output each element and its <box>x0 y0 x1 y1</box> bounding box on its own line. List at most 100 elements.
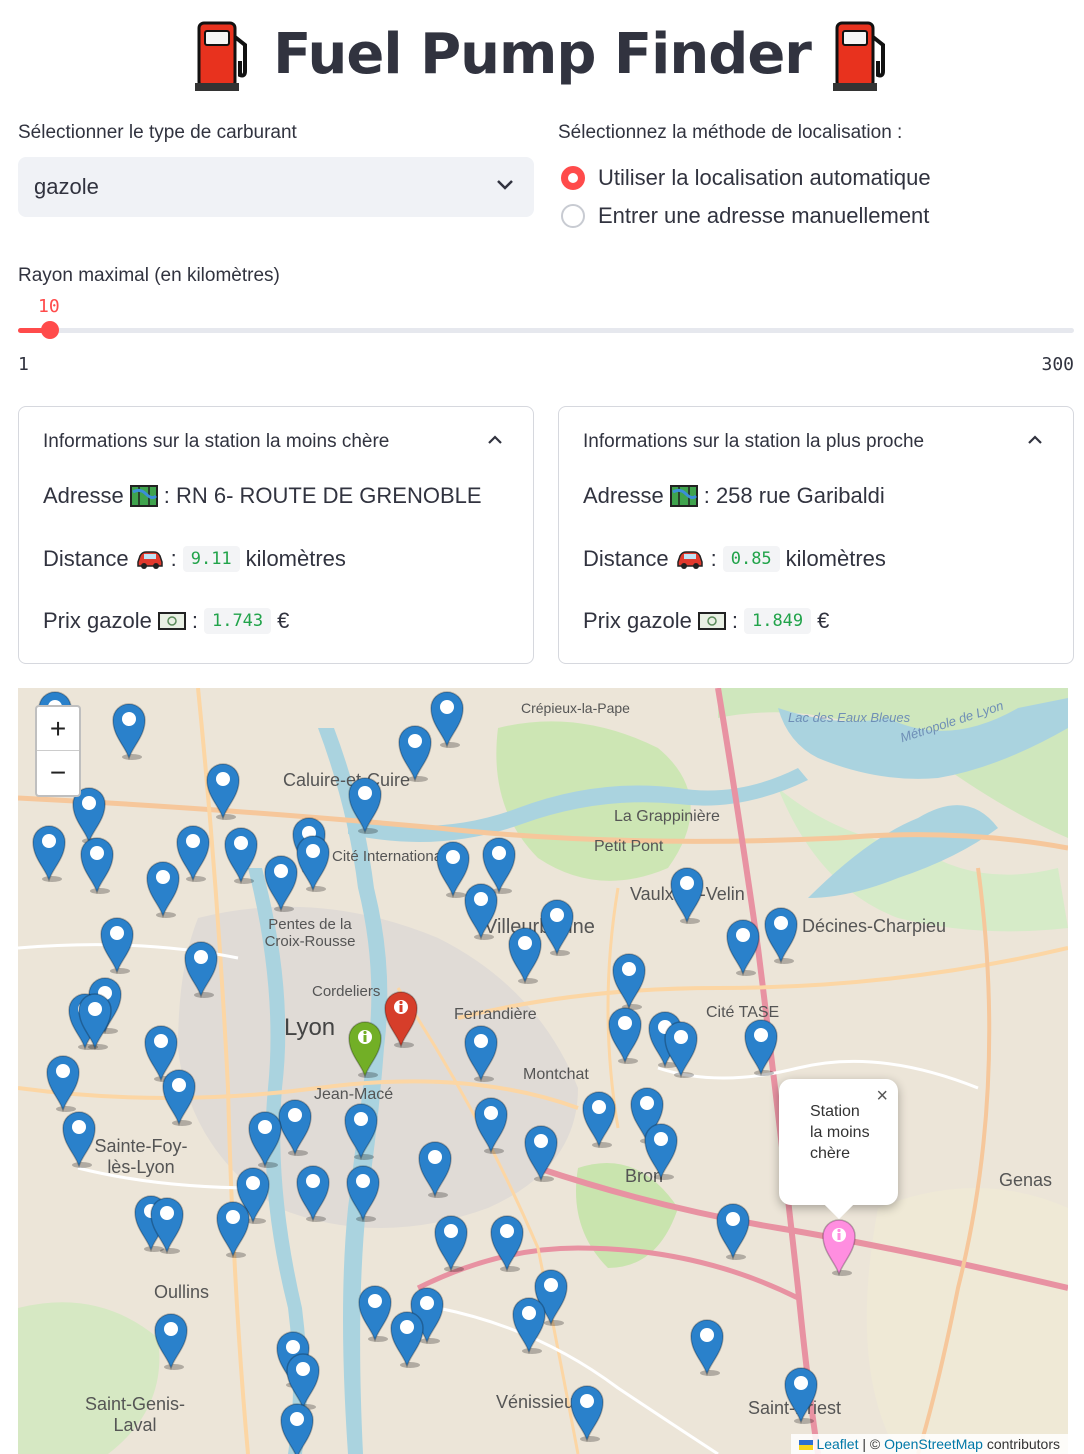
station-marker[interactable] <box>60 1108 98 1168</box>
fuel-pump-icon <box>832 17 889 91</box>
station-marker[interactable] <box>278 1400 316 1454</box>
station-marker[interactable] <box>30 822 68 882</box>
station-marker[interactable] <box>388 1308 426 1368</box>
euro-banknote-icon <box>157 612 186 630</box>
map[interactable]: Lac des Eaux Bleues Métropole de Lyon Cr… <box>18 688 1068 1454</box>
station-marker[interactable] <box>78 834 116 894</box>
station-marker[interactable] <box>462 1022 500 1082</box>
osm-link[interactable]: OpenStreetMap <box>884 1436 983 1452</box>
cheapest-header[interactable]: Informations sur la station la moins chè… <box>43 431 389 453</box>
station-marker[interactable] <box>160 1066 198 1126</box>
popup-close-button[interactable]: × <box>876 1085 888 1108</box>
distance-value: 9.11 <box>182 546 240 572</box>
map-icon <box>669 485 698 507</box>
station-marker[interactable] <box>346 774 384 834</box>
distance-unit: kilomètres <box>245 546 346 571</box>
station-marker[interactable] <box>662 1018 700 1078</box>
map-label-montchat: Montchat <box>523 1066 589 1083</box>
radio-manual-address[interactable]: Entrer une adresse manuellement <box>561 203 929 229</box>
station-marker[interactable] <box>98 914 136 974</box>
car-icon <box>676 551 703 569</box>
popup-text: Station la moins chère <box>810 1103 870 1162</box>
station-marker[interactable] <box>568 1382 606 1442</box>
station-marker[interactable] <box>294 1162 332 1222</box>
station-marker[interactable] <box>510 1294 548 1354</box>
station-marker[interactable] <box>506 924 544 984</box>
distance-value: 0.85 <box>722 546 780 572</box>
station-marker[interactable] <box>742 1016 780 1076</box>
station-marker[interactable] <box>610 950 648 1010</box>
address-label: Adresse <box>583 483 664 508</box>
station-marker[interactable] <box>342 1100 380 1160</box>
price-label: Prix gazole <box>43 608 152 633</box>
station-marker[interactable] <box>246 1108 284 1168</box>
map-label-pentes: Pentes de la Croix-Rousse <box>264 916 356 950</box>
currency: € <box>277 608 290 633</box>
station-marker[interactable] <box>688 1316 726 1376</box>
nearest-station-marker[interactable] <box>382 988 420 1048</box>
radio-auto-label: Utiliser la localisation automatique <box>598 165 931 190</box>
map-label-lac: Lac des Eaux Bleues <box>788 710 911 725</box>
station-marker[interactable] <box>204 760 242 820</box>
chevron-up-icon[interactable] <box>1027 435 1043 445</box>
radio-button[interactable] <box>561 204 585 228</box>
station-marker[interactable] <box>432 1212 470 1272</box>
station-marker[interactable] <box>110 700 148 760</box>
radius-label: Rayon maximal (en kilomètres) <box>18 265 280 286</box>
station-marker[interactable] <box>606 1004 644 1064</box>
ukraine-flag-icon <box>798 1440 813 1451</box>
station-marker[interactable] <box>182 938 220 998</box>
currency: € <box>817 608 830 633</box>
station-marker[interactable] <box>144 858 182 918</box>
station-marker[interactable] <box>714 1200 752 1260</box>
station-marker[interactable] <box>416 1138 454 1198</box>
station-marker[interactable] <box>782 1364 820 1424</box>
station-marker[interactable] <box>396 722 434 782</box>
station-marker[interactable] <box>214 1198 252 1258</box>
station-marker[interactable] <box>462 880 500 940</box>
page-title: Fuel Pump Finder <box>273 21 812 87</box>
slider-thumb[interactable] <box>41 321 59 339</box>
station-marker[interactable] <box>762 904 800 964</box>
zoom-out-button[interactable]: − <box>37 751 79 795</box>
station-marker[interactable] <box>148 1194 186 1254</box>
station-marker[interactable] <box>44 1052 82 1112</box>
cheapest-station-marker[interactable] <box>820 1216 858 1276</box>
nearest-header[interactable]: Informations sur la station la plus proc… <box>583 431 924 453</box>
fuel-type-select[interactable]: gazole <box>18 157 534 217</box>
map-label-cordeliers: Cordeliers <box>312 983 381 1000</box>
map-icon <box>129 485 158 507</box>
station-marker[interactable] <box>668 864 706 924</box>
distance-label: Distance <box>43 546 129 571</box>
map-attribution: Leaflet | © OpenStreetMap contributors <box>790 1434 1068 1454</box>
radio-button-selected[interactable] <box>561 166 585 190</box>
app-header: Fuel Pump Finder <box>0 10 1084 98</box>
map-label-lyon: Lyon <box>284 1014 336 1041</box>
station-marker[interactable] <box>488 1212 526 1272</box>
station-marker[interactable] <box>642 1120 680 1180</box>
station-marker[interactable] <box>580 1088 618 1148</box>
station-marker[interactable] <box>152 1310 190 1370</box>
station-marker[interactable] <box>472 1094 510 1154</box>
map-label-saint-genis: Saint-Genis-Laval <box>84 1394 186 1435</box>
radio-auto-location[interactable]: Utiliser la localisation automatique <box>561 165 931 191</box>
fuel-select-label: Sélectionner le type de carburant <box>18 122 297 143</box>
station-marker[interactable] <box>522 1122 560 1182</box>
slider-min: 1 <box>18 354 29 375</box>
station-marker[interactable] <box>344 1162 382 1222</box>
fuel-pump-icon <box>195 17 251 91</box>
station-marker[interactable] <box>262 852 300 912</box>
fuel-type-value: gazole <box>34 174 99 199</box>
zoom-in-button[interactable]: + <box>37 707 79 751</box>
chevron-up-icon[interactable] <box>487 435 503 445</box>
station-marker[interactable] <box>222 824 260 884</box>
user-location-marker[interactable] <box>346 1018 384 1078</box>
station-marker[interactable] <box>724 916 762 976</box>
price-value: 1.743 <box>203 608 272 634</box>
map-label-grappiniere: La Grappinière <box>614 808 720 825</box>
chevron-down-icon <box>497 180 513 190</box>
station-marker[interactable] <box>76 990 114 1050</box>
leaflet-link[interactable]: Leaflet <box>816 1436 858 1452</box>
distance-label: Distance <box>583 546 669 571</box>
slider-track[interactable] <box>18 328 1074 333</box>
